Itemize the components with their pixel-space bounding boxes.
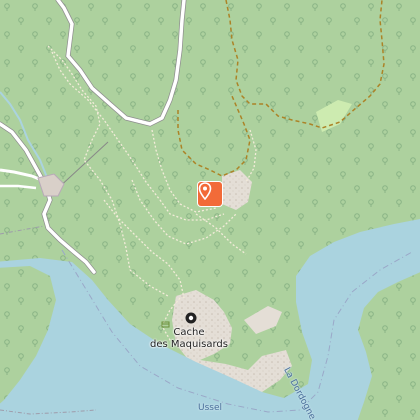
map-layer — [0, 0, 420, 420]
poi-label: Cache des Maquisards — [150, 327, 228, 351]
selected-location-marker[interactable] — [198, 182, 222, 206]
poi-label-line2: des Maquisards — [150, 339, 228, 350]
place-label: Ussel — [198, 403, 223, 413]
poi-label-line1: Cache — [173, 327, 205, 338]
map-pin-icon — [198, 182, 212, 200]
poi-monument-icon[interactable] — [185, 312, 197, 324]
map-canvas[interactable]: Cache des Maquisards La Dordogne Ussel — [0, 0, 420, 420]
